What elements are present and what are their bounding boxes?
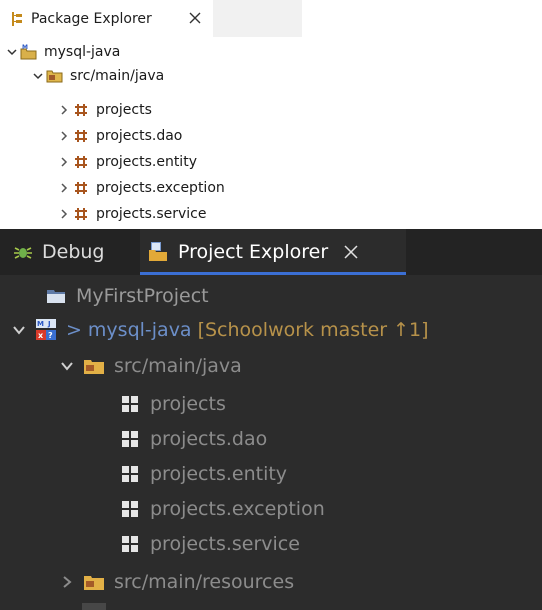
package-label: projects.entity bbox=[150, 463, 288, 485]
tree-item-resources-folder[interactable]: src/main/resources bbox=[56, 565, 294, 599]
maven-project-icon: M J x ? bbox=[34, 318, 58, 342]
project-label: mysql-java bbox=[87, 319, 192, 341]
chevron-right-icon[interactable] bbox=[56, 154, 72, 170]
project-explorer-icon bbox=[146, 240, 170, 264]
resources-folder-label: src/main/resources bbox=[114, 571, 295, 593]
chevron-right-icon[interactable] bbox=[56, 128, 72, 144]
tab-project-explorer[interactable]: Project Explorer bbox=[140, 229, 406, 275]
tree-item-source-folder[interactable]: src/main/java bbox=[56, 349, 242, 383]
git-branch-info: [Schoolwork master ↑1] bbox=[197, 319, 429, 341]
tree-item-package[interactable]: projects bbox=[118, 387, 226, 421]
svg-text:M: M bbox=[37, 320, 44, 328]
package-icon bbox=[72, 153, 90, 171]
tree-item-package[interactable]: projects.entity bbox=[56, 150, 197, 174]
package-label: projects.dao bbox=[150, 428, 268, 450]
svg-text:?: ? bbox=[48, 331, 53, 340]
package-icon bbox=[118, 427, 142, 451]
package-label: projects.dao bbox=[96, 128, 183, 144]
maven-project-icon: M bbox=[20, 43, 38, 61]
tree-item-package[interactable]: projects.service bbox=[56, 202, 206, 226]
project-label: mysql-java bbox=[44, 44, 121, 60]
package-icon bbox=[72, 205, 90, 223]
tree-item-package[interactable]: projects.service bbox=[118, 527, 300, 561]
chevron-right-icon[interactable] bbox=[56, 102, 72, 118]
package-icon bbox=[118, 462, 142, 486]
tab-label: Debug bbox=[42, 241, 105, 263]
tree-item-project[interactable]: M mysql-java bbox=[4, 40, 120, 64]
tabbar-empty-area bbox=[213, 0, 302, 37]
package-icon bbox=[118, 532, 142, 556]
package-explorer-panel: Package Explorer M mysql-java src/main/j… bbox=[0, 0, 542, 229]
package-icon bbox=[72, 179, 90, 197]
chevron-right-icon[interactable] bbox=[56, 206, 72, 222]
tree-item-package[interactable]: projects.dao bbox=[118, 422, 267, 456]
package-explorer-icon bbox=[10, 11, 24, 27]
closed-project-icon bbox=[44, 284, 68, 308]
package-icon bbox=[118, 392, 142, 416]
package-label: projects.service bbox=[96, 206, 207, 222]
tab-package-explorer[interactable]: Package Explorer bbox=[0, 0, 213, 37]
chevron-down-icon[interactable] bbox=[8, 319, 30, 341]
package-label: projects.entity bbox=[96, 154, 197, 170]
package-icon bbox=[72, 101, 90, 119]
tree-item-project[interactable]: MyFirstProject bbox=[44, 279, 209, 313]
tab-debug[interactable]: Debug bbox=[0, 229, 140, 275]
tree-item-project[interactable]: M J x ? > mysql-java [Schoolwork master … bbox=[8, 313, 429, 347]
svg-text:x: x bbox=[38, 331, 44, 340]
svg-text:M: M bbox=[22, 44, 28, 51]
tree-item-package[interactable]: projects.exception bbox=[56, 176, 225, 200]
bug-icon bbox=[12, 241, 34, 263]
tree-item-package[interactable]: projects.entity bbox=[118, 457, 287, 491]
package-label: projects.exception bbox=[96, 180, 225, 196]
tree-item-source-folder[interactable]: src/main/java bbox=[30, 64, 164, 88]
tab-label: Project Explorer bbox=[178, 241, 329, 263]
chevron-down-icon[interactable] bbox=[56, 355, 78, 377]
source-folder-label: src/main/java bbox=[114, 355, 242, 377]
tab-label: Package Explorer bbox=[31, 10, 152, 27]
source-folder-icon bbox=[46, 67, 64, 85]
close-icon[interactable] bbox=[340, 241, 362, 263]
source-folder-label: src/main/java bbox=[70, 68, 165, 84]
project-label: MyFirstProject bbox=[76, 285, 209, 307]
close-icon[interactable] bbox=[186, 9, 204, 27]
package-label: projects.exception bbox=[150, 498, 325, 520]
package-label: projects bbox=[150, 393, 226, 415]
chevron-down-icon[interactable] bbox=[4, 44, 20, 60]
package-icon bbox=[118, 497, 142, 521]
chevron-down-icon[interactable] bbox=[30, 68, 46, 84]
package-icon bbox=[72, 127, 90, 145]
tree-item-package[interactable]: projects.exception bbox=[118, 492, 325, 526]
tree-item-package[interactable]: projects.dao bbox=[56, 124, 182, 148]
chevron-right-icon[interactable] bbox=[56, 571, 78, 593]
package-label: projects bbox=[96, 102, 152, 118]
project-explorer-panel: Debug Project Explorer MyFirstProject M … bbox=[0, 229, 542, 610]
project-explorer-tabbar: Debug Project Explorer bbox=[0, 229, 542, 275]
source-folder-icon bbox=[82, 570, 106, 594]
tree-item-package[interactable]: projects bbox=[56, 98, 152, 122]
chevron-right-icon[interactable] bbox=[56, 180, 72, 196]
tree-item-cutoff bbox=[56, 603, 256, 610]
git-prefix: > bbox=[66, 319, 82, 341]
svg-text:J: J bbox=[47, 320, 51, 328]
package-label: projects.service bbox=[150, 533, 300, 555]
package-explorer-tabbar: Package Explorer bbox=[0, 0, 302, 37]
source-folder-icon bbox=[82, 354, 106, 378]
